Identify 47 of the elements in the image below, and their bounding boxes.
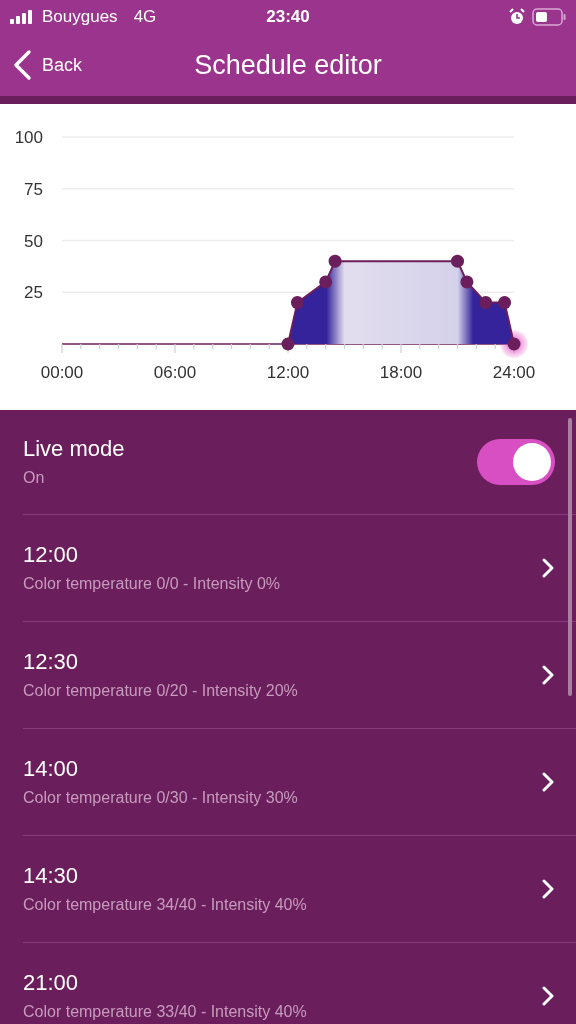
schedule-point[interactable] [290, 296, 304, 310]
chevron-right-icon [542, 879, 554, 899]
screen-title: Schedule editor [193, 49, 383, 81]
x-tick-label: 24:00 [492, 363, 536, 382]
network-type: 4G [133, 7, 157, 27]
schedule-point[interactable] [319, 275, 333, 289]
battery-icon [532, 8, 566, 26]
schedule-point[interactable] [479, 296, 493, 310]
entry-detail: Color temperature 0/20 - Intensity 20% [23, 682, 298, 700]
schedule-entry[interactable]: 21:00 Color temperature 33/40 - Intensity 40% [23, 943, 576, 1024]
live-mode-toggle[interactable] [477, 439, 555, 485]
entry-detail: Color temperature 0/30 - Intensity 30% [23, 789, 298, 807]
y-tick-label: 100 [14, 128, 43, 147]
schedule-point[interactable] [451, 254, 464, 268]
x-tick-label: 18:00 [379, 363, 423, 382]
carrier-name: Bouygues [42, 7, 118, 27]
schedule-point[interactable] [460, 275, 474, 289]
live-mode-status: On [23, 469, 46, 487]
back-button[interactable]: Back [0, 49, 83, 81]
x-tick-label: 06:00 [153, 363, 197, 382]
chevron-right-icon [542, 558, 554, 578]
y-tick-label: 50 [24, 231, 43, 251]
clock: 23:40 [265, 7, 311, 27]
live-mode-label: Live mode [23, 437, 125, 461]
entry-detail: Color temperature 34/40 - Intensity 40% [23, 896, 307, 914]
entry-detail: Color temperature 0/0 - Intensity 0% [23, 575, 280, 593]
chevron-left-icon [12, 49, 32, 81]
schedule-entry[interactable]: 14:00 Color temperature 0/30 - Intensity 30% [23, 729, 576, 836]
schedule-point[interactable] [507, 337, 521, 351]
entry-time: 14:30 [23, 864, 80, 888]
schedule-point[interactable] [328, 254, 342, 268]
chevron-right-icon [542, 986, 554, 1006]
y-tick-label: 25 [24, 283, 43, 303]
chevron-right-icon [542, 772, 554, 792]
chevron-right-icon [542, 665, 554, 685]
entry-time: 12:30 [23, 650, 80, 674]
schedule-point[interactable] [498, 296, 512, 310]
entry-time: 12:00 [23, 543, 80, 567]
schedule-entry[interactable]: 14:30 Color temperature 34/40 - Intensity 40% [23, 836, 576, 943]
entry-detail: Color temperature 33/40 - Intensity 40% [23, 1003, 307, 1021]
entry-time: 14:00 [23, 757, 80, 781]
alarm-clock-icon [508, 8, 526, 26]
schedule-point[interactable] [281, 337, 295, 351]
entry-time: 21:00 [23, 971, 80, 995]
x-tick-label: 12:00 [266, 363, 310, 382]
x-tick-label: 00:00 [40, 363, 84, 382]
y-tick-label: 75 [24, 179, 43, 199]
